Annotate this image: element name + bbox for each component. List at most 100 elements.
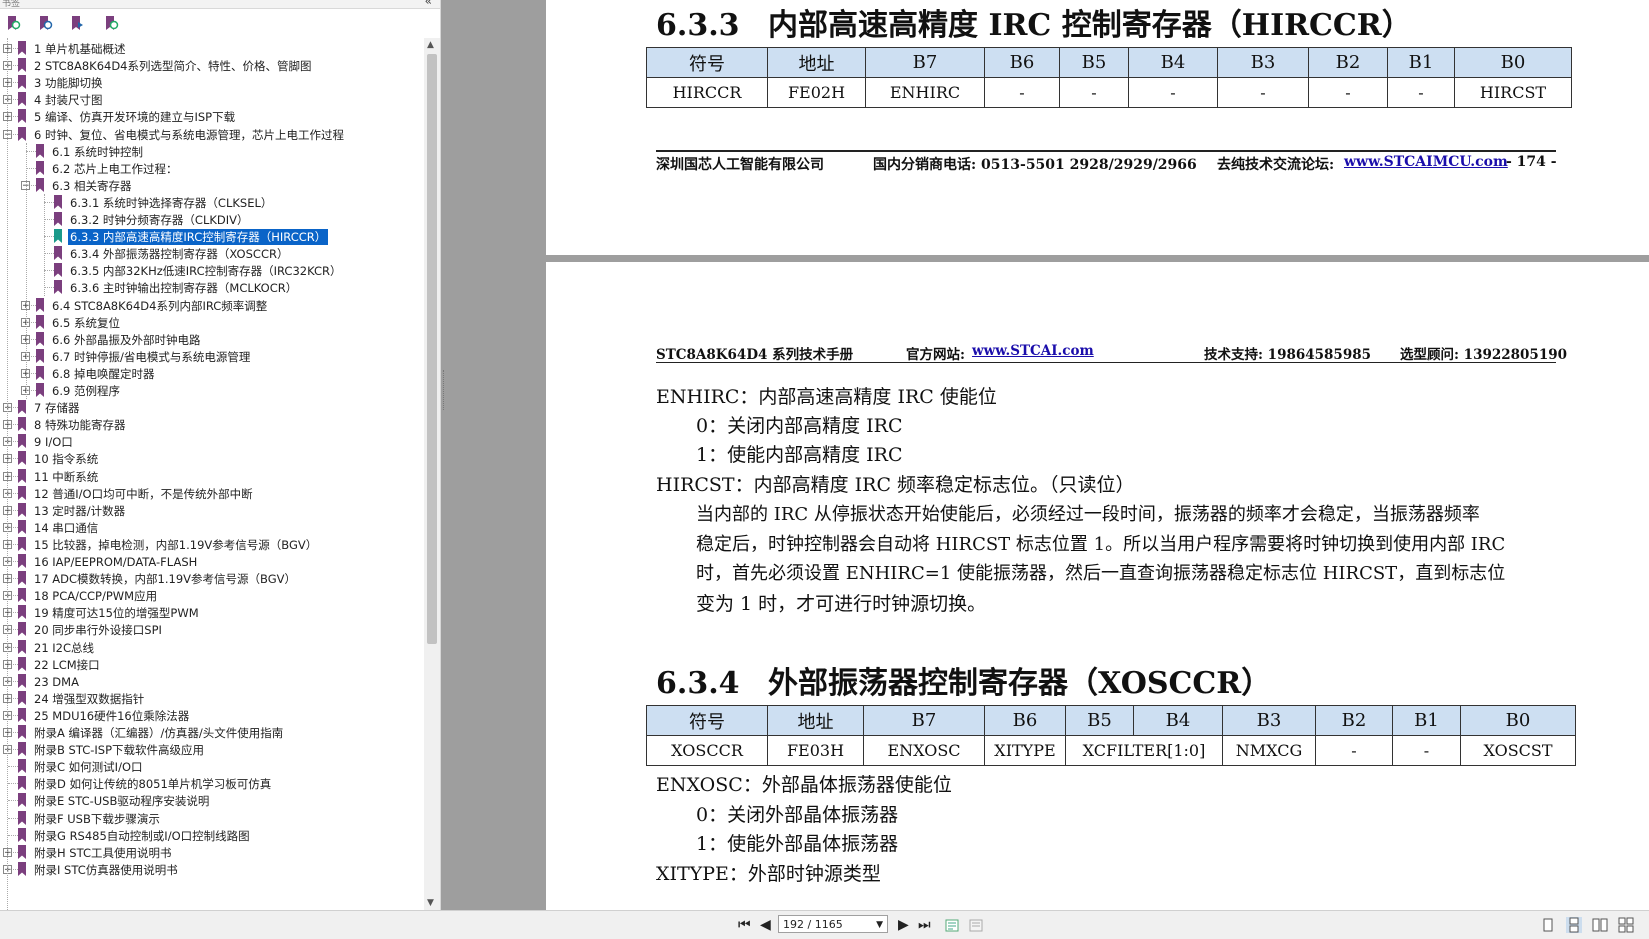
continuous-facing-view-icon[interactable]: [1618, 917, 1634, 933]
bookmark-item[interactable]: 6.2 芯片上电工作过程：: [0, 160, 424, 178]
bookmark-icon: [18, 400, 26, 415]
bookmark-item[interactable]: +25 MDU16硬件16位乘除法器: [0, 707, 424, 725]
find-bookmark-icon[interactable]: [102, 14, 120, 32]
page-number-input[interactable]: 192 / 1165 ▼: [778, 915, 888, 933]
next-view-icon[interactable]: [968, 917, 984, 933]
continuous-view-icon[interactable]: [1566, 917, 1582, 933]
bookmark-item[interactable]: +7 存储器: [0, 399, 424, 417]
footer-forum-link[interactable]: www.STCAIMCU.com: [1344, 154, 1508, 170]
scroll-up-icon[interactable]: ▲: [427, 40, 434, 50]
single-page-view-icon[interactable]: [1540, 917, 1556, 933]
bookmark-item[interactable]: +8 特殊功能寄存器: [0, 416, 424, 434]
tree-scrollbar[interactable]: ▲ ▼: [424, 38, 440, 910]
bookmark-item[interactable]: 附录F USB下载步骤演示: [0, 810, 424, 828]
table-cell: B3: [1217, 47, 1309, 78]
previous-view-icon[interactable]: [944, 917, 960, 933]
bookmark-label: 22 LCM接口: [34, 657, 100, 672]
bookmark-icon: [54, 280, 62, 295]
bookmark-item[interactable]: +20 同步串行外设接口SPI: [0, 621, 424, 639]
bookmark-item[interactable]: 附录G RS485自动控制或I/O口控制线路图: [0, 827, 424, 845]
bookmark-item[interactable]: +6.6 外部晶振及外部时钟电路: [0, 331, 424, 349]
bookmark-item[interactable]: +14 串口通信: [0, 519, 424, 537]
bookmark-label: 11 中断系统: [34, 469, 99, 484]
bookmark-item[interactable]: + 附录A 编译器（汇编器）/仿真器/头文件使用指南: [0, 724, 424, 742]
scrollbar-thumb[interactable]: [427, 54, 437, 644]
bookmark-item[interactable]: + 附录H STC工具使用说明书: [0, 844, 424, 862]
bookmark-item[interactable]: +12 普通I/O口均可中断，不是传统外部中断: [0, 485, 424, 503]
bookmark-item[interactable]: +3 功能脚切换: [0, 74, 424, 92]
header-site-link[interactable]: www.STCAI.com: [972, 343, 1094, 359]
first-page-button[interactable]: ⏮: [738, 917, 751, 933]
bookmark-item[interactable]: 6.3.6 主时钟输出控制寄存器（MCLKOCR）: [0, 279, 424, 297]
bookmark-label: 4 封装尺寸图: [34, 93, 103, 108]
bookmark-item[interactable]: +18 PCA/CCP/PWM应用: [0, 587, 424, 605]
bookmark-item[interactable]: +5 编译、仿真开发环境的建立与ISP下载: [0, 108, 424, 126]
bookmark-label: 19 精度可达15位的增强型PWM: [34, 606, 199, 621]
table-cell: -: [1059, 77, 1129, 108]
bookmark-item[interactable]: +21 I2C总线: [0, 639, 424, 657]
bookmark-item[interactable]: + 附录B STC-ISP下载软件高级应用: [0, 741, 424, 759]
section-heading-6-3-4: 6.3.4 外部振荡器控制寄存器（XOSCCR）: [656, 658, 1271, 702]
splitter-grip[interactable]: [443, 370, 448, 410]
bookmark-item[interactable]: +10 指令系统: [0, 450, 424, 468]
bookmark-item[interactable]: +16 IAP/EEPROM/DATA-FLASH: [0, 553, 424, 571]
bookmark-item[interactable]: 6.3.2 时钟分频寄存器（CLKDIV）: [0, 211, 424, 229]
facing-view-icon[interactable]: [1592, 917, 1608, 933]
bookmark-item[interactable]: +6.7 时钟停振/省电模式与系统电源管理: [0, 348, 424, 366]
bookmark-item[interactable]: 6.3.5 内部32KHz低速IRC控制寄存器（IRC32KCR）: [0, 262, 424, 280]
add-bookmark-icon[interactable]: [68, 14, 86, 32]
bookmark-item[interactable]: +24 增强型双数据指针: [0, 690, 424, 708]
table-cell: B0: [1460, 705, 1576, 736]
footer-phone: 国内分销商电话: 0513-5501 2928/2929/2966: [873, 157, 1197, 173]
bookmark-item[interactable]: +4 封装尺寸图: [0, 91, 424, 109]
bookmark-item[interactable]: 附录D 如何让传统的8051单片机学习板可仿真: [0, 775, 424, 793]
bookmark-icon: [18, 519, 26, 534]
bookmark-item[interactable]: +6.4 STC8A8K64D4系列内部IRC频率调整: [0, 297, 424, 315]
next-page-button[interactable]: ▶: [898, 917, 909, 933]
bookmark-options-icon[interactable]: [4, 14, 22, 32]
bookmark-item[interactable]: +1 单片机基础概述: [0, 40, 424, 58]
bookmark-item[interactable]: −6 时钟、复位、省电模式与系统电源管理，芯片上电工作过程: [0, 126, 424, 144]
bookmark-item[interactable]: 附录E STC-USB驱动程序安装说明: [0, 792, 424, 810]
bookmark-item[interactable]: +6.8 掉电唤醒定时器: [0, 365, 424, 383]
previous-page-button[interactable]: ◀: [760, 917, 771, 933]
bookmark-label: 7 存储器: [34, 401, 80, 416]
bookmark-item[interactable]: +19 精度可达15位的增强型PWM: [0, 604, 424, 622]
bookmark-item[interactable]: 6.3.1 系统时钟选择寄存器（CLKSEL）: [0, 194, 424, 212]
footer-company: 深圳国芯人工智能有限公司: [656, 157, 824, 173]
bookmark-icon: [18, 434, 26, 449]
header-manual-title: STC8A8K64D4 系列技术手册: [656, 347, 854, 363]
bookmark-item[interactable]: 6.3.3 内部高速高精度IRC控制寄存器（HIRCCR）: [0, 228, 424, 246]
bookmark-item[interactable]: +6.5 系统复位: [0, 314, 424, 332]
collapse-panel-button[interactable]: «: [425, 0, 432, 8]
panel-splitter[interactable]: [441, 0, 544, 910]
chevron-down-icon[interactable]: ▼: [876, 916, 883, 934]
bookmark-icon: [18, 58, 26, 73]
bookmark-item[interactable]: +22 LCM接口: [0, 656, 424, 674]
bookmark-icon: [54, 229, 62, 244]
bookmark-item[interactable]: 6.3.4 外部振荡器控制寄存器（XOSCCR）: [0, 245, 424, 263]
bookmark-item[interactable]: +11 中断系统: [0, 468, 424, 486]
bookmark-item[interactable]: 6.1 系统时钟控制: [0, 143, 424, 161]
bookmark-icon: [18, 639, 26, 654]
bookmark-item[interactable]: +9 I/O口: [0, 433, 424, 451]
bookmark-item[interactable]: + 附录I STC仿真器使用说明书: [0, 861, 424, 879]
bookmark-item[interactable]: +13 定时器/计数器: [0, 502, 424, 520]
bookmark-item[interactable]: +15 比较器，掉电检测，内部1.19V参考信号源（BGV）: [0, 536, 424, 554]
bookmark-item[interactable]: 附录C 如何测试I/O口: [0, 758, 424, 776]
bookmark-icon: [18, 92, 26, 107]
bookmark-item[interactable]: +23 DMA: [0, 673, 424, 691]
bookmark-label: 18 PCA/CCP/PWM应用: [34, 589, 158, 604]
bookmark-item[interactable]: −6.3 相关寄存器: [0, 177, 424, 195]
bookmark-item[interactable]: +6.9 范例程序: [0, 382, 424, 400]
scroll-down-icon[interactable]: ▼: [427, 898, 434, 908]
last-page-button[interactable]: ⏭: [918, 917, 931, 933]
table-cell: XOSCCR: [646, 735, 768, 766]
bookmark-item[interactable]: +17 ADC模数转换，内部1.19V参考信号源（BGV）: [0, 570, 424, 588]
bookmark-item[interactable]: +2 STC8A8K64D4系列选型简介、特性、价格、管脚图: [0, 57, 424, 75]
bookmark-label: 10 指令系统: [34, 452, 99, 467]
expand-bookmark-icon[interactable]: [36, 14, 54, 32]
table-cell: B4: [1133, 705, 1223, 736]
bookmark-label: 6.6 外部晶振及外部时钟电路: [52, 332, 201, 347]
bookmark-icon: [36, 314, 44, 329]
